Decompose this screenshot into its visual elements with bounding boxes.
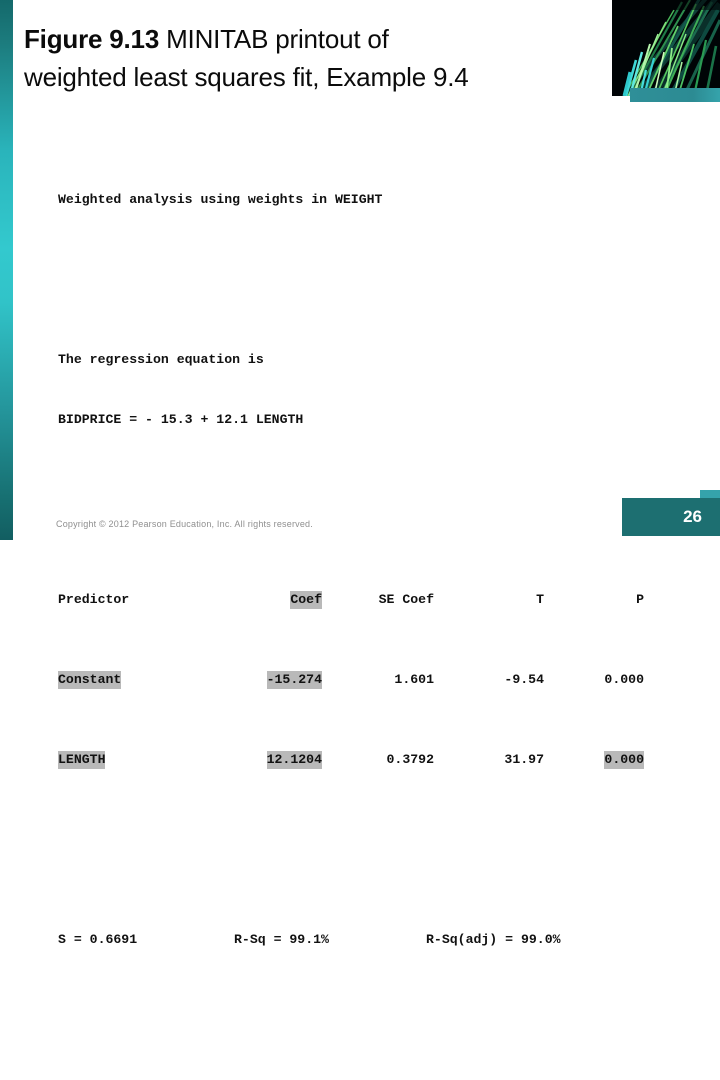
summary-s: S = 0.6691 xyxy=(58,932,138,947)
table-row: Constant -15.274 1.601 -9.54 0.000 xyxy=(58,670,678,690)
minitab-printout: Weighted analysis using weights in WEIGH… xyxy=(58,130,678,1080)
header-coef-highlight: Coef xyxy=(290,591,322,609)
table-row: LENGTH 12.1204 0.3792 31.97 0.000 xyxy=(58,750,678,770)
row-constant-label-highlight: Constant xyxy=(58,671,122,689)
row-length-label-highlight: LENGTH xyxy=(58,751,106,769)
row-length-label: LENGTH xyxy=(58,750,218,770)
decorative-teal-bar xyxy=(630,88,720,102)
row-length-t: 31.97 xyxy=(504,752,544,767)
row-length-se-coef: 0.3792 xyxy=(386,752,434,767)
fiber-optic-decorative-image xyxy=(612,0,720,96)
weighted-analysis-note: Weighted analysis using weights in WEIGH… xyxy=(58,192,383,207)
header-se-coef: SE Coef xyxy=(378,592,434,607)
row-length-p: 0.000 xyxy=(544,750,644,770)
row-constant-t: -9.54 xyxy=(504,672,544,687)
regression-equation: BIDPRICE = - 15.3 + 12.1 LENGTH xyxy=(58,412,304,427)
row-constant-coef-highlight: -15.274 xyxy=(266,671,322,689)
page-number-badge: 26 xyxy=(622,498,720,536)
row-length-coef: 12.1204 xyxy=(218,750,322,770)
row-constant-se-coef: 1.601 xyxy=(394,672,434,687)
model-summary-row: S = 0.6691 R-Sq = 99.1% R-Sq(adj) = 99.0% xyxy=(58,930,678,950)
title-figure-number: Figure 9.13 xyxy=(24,24,160,54)
row-length-coef-highlight: 12.1204 xyxy=(266,751,322,769)
row-length-p-highlight: 0.000 xyxy=(604,751,644,769)
header-p: P xyxy=(636,592,644,607)
page-title: Figure 9.13 MINITAB printout of weighted… xyxy=(24,20,604,96)
title-line-1: Figure 9.13 MINITAB printout of xyxy=(24,20,604,58)
row-constant-p: 0.000 xyxy=(604,672,644,687)
predictor-table-header-row: Predictor Coef SE Coef T P xyxy=(58,590,678,610)
header-predictor: Predictor xyxy=(58,592,130,607)
title-line-1-rest: MINITAB printout of xyxy=(159,24,389,54)
summary-r-sq: R-Sq = 99.1% xyxy=(234,932,329,947)
fiber-optic-artwork xyxy=(612,0,720,96)
header-coef: Coef xyxy=(218,590,322,610)
left-accent-stripe xyxy=(0,0,13,540)
summary-r-sq-adj: R-Sq(adj) = 99.0% xyxy=(426,932,561,947)
row-constant-label: Constant xyxy=(58,670,218,690)
header-t: T xyxy=(536,592,544,607)
page-number: 26 xyxy=(683,507,702,526)
copyright-notice: Copyright © 2012 Pearson Education, Inc.… xyxy=(56,519,313,529)
regression-equation-intro: The regression equation is xyxy=(58,352,264,367)
row-constant-coef: -15.274 xyxy=(218,670,322,690)
title-line-2: weighted least squares fit, Example 9.4 xyxy=(24,62,469,92)
